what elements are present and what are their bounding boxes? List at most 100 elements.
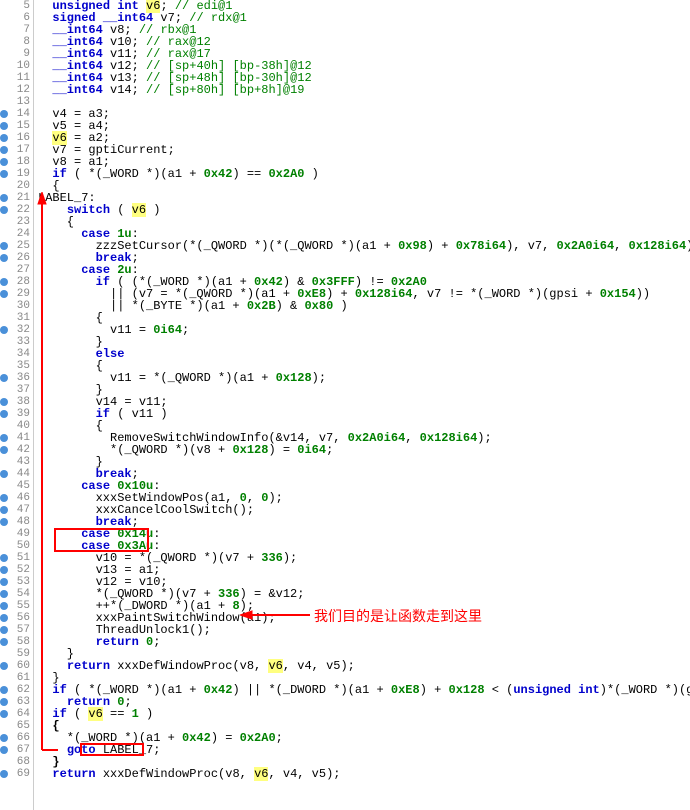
breakpoint-dot[interactable]: [0, 470, 8, 478]
breakpoint-dot[interactable]: [0, 278, 8, 286]
gutter-row[interactable]: 16: [0, 132, 33, 144]
breakpoint-dot[interactable]: [0, 746, 8, 754]
code-line[interactable]: if ( v11 ): [38, 408, 690, 420]
gutter-row[interactable]: 30: [0, 300, 33, 312]
code-line[interactable]: *(_QWORD *)(v8 + 0x128) = 0i64;: [38, 444, 690, 456]
code-line[interactable]: if ( v6 == 1 ): [38, 708, 690, 720]
gutter-row[interactable]: 44: [0, 468, 33, 480]
breakpoint-dot[interactable]: [0, 194, 8, 202]
gutter-row[interactable]: 33: [0, 336, 33, 348]
code-line[interactable]: v7 = gptiCurrent;: [38, 144, 690, 156]
breakpoint-dot[interactable]: [0, 626, 8, 634]
breakpoint-dot[interactable]: [0, 158, 8, 166]
gutter-row[interactable]: 13: [0, 96, 33, 108]
gutter-row[interactable]: 58: [0, 636, 33, 648]
breakpoint-dot[interactable]: [0, 374, 8, 382]
breakpoint-dot[interactable]: [0, 110, 8, 118]
gutter-row[interactable]: 63: [0, 696, 33, 708]
gutter-row[interactable]: 49: [0, 528, 33, 540]
breakpoint-dot[interactable]: [0, 290, 8, 298]
code-line[interactable]: return 0;: [38, 636, 690, 648]
breakpoint-dot[interactable]: [0, 698, 8, 706]
gutter-row[interactable]: 41: [0, 432, 33, 444]
gutter-row[interactable]: 38: [0, 396, 33, 408]
gutter-row[interactable]: 57: [0, 624, 33, 636]
breakpoint-dot[interactable]: [0, 614, 8, 622]
breakpoint-dot[interactable]: [0, 494, 8, 502]
breakpoint-dot[interactable]: [0, 326, 8, 334]
breakpoint-dot[interactable]: [0, 122, 8, 130]
gutter-row[interactable]: 6: [0, 12, 33, 24]
gutter-row[interactable]: 48: [0, 516, 33, 528]
gutter-row[interactable]: 43: [0, 456, 33, 468]
gutter-row[interactable]: 64: [0, 708, 33, 720]
gutter-row[interactable]: 51: [0, 552, 33, 564]
gutter-row[interactable]: 11: [0, 72, 33, 84]
gutter-row[interactable]: 31: [0, 312, 33, 324]
gutter-row[interactable]: 56: [0, 612, 33, 624]
breakpoint-dot[interactable]: [0, 434, 8, 442]
gutter-row[interactable]: 32: [0, 324, 33, 336]
breakpoint-dot[interactable]: [0, 146, 8, 154]
gutter-row[interactable]: 19: [0, 168, 33, 180]
code-line[interactable]: __int64 v14; // [sp+80h] [bp+8h]@19: [38, 84, 690, 96]
gutter-row[interactable]: 8: [0, 36, 33, 48]
gutter-row[interactable]: 69: [0, 768, 33, 780]
breakpoint-dot[interactable]: [0, 398, 8, 406]
breakpoint-dot[interactable]: [0, 134, 8, 142]
code-line[interactable]: || *(_BYTE *)(a1 + 0x2B) & 0x80 ): [38, 300, 690, 312]
code-line[interactable]: return xxxDefWindowProc(v8, v6, v4, v5);: [38, 768, 690, 780]
code-line[interactable]: {: [38, 180, 690, 192]
gutter-row[interactable]: 39: [0, 408, 33, 420]
gutter-row[interactable]: 62: [0, 684, 33, 696]
gutter-row[interactable]: 66: [0, 732, 33, 744]
gutter-row[interactable]: 15: [0, 120, 33, 132]
gutter-row[interactable]: 65: [0, 720, 33, 732]
gutter-row[interactable]: 68: [0, 756, 33, 768]
gutter-row[interactable]: 45: [0, 480, 33, 492]
code-line[interactable]: return xxxDefWindowProc(v8, v6, v4, v5);: [38, 660, 690, 672]
gutter-row[interactable]: 14: [0, 108, 33, 120]
gutter-row[interactable]: 29: [0, 288, 33, 300]
code-line[interactable]: if ( *(_WORD *)(a1 + 0x42) || *(_DWORD *…: [38, 684, 690, 696]
gutter-row[interactable]: 18: [0, 156, 33, 168]
breakpoint-dot[interactable]: [0, 206, 8, 214]
gutter-row[interactable]: 22: [0, 204, 33, 216]
code-line[interactable]: else: [38, 348, 690, 360]
gutter-row[interactable]: 20: [0, 180, 33, 192]
gutter-row[interactable]: 10: [0, 60, 33, 72]
breakpoint-dot[interactable]: [0, 566, 8, 574]
gutter-row[interactable]: 24: [0, 228, 33, 240]
breakpoint-dot[interactable]: [0, 254, 8, 262]
breakpoint-dot[interactable]: [0, 410, 8, 418]
gutter-row[interactable]: 67: [0, 744, 33, 756]
gutter-row[interactable]: 52: [0, 564, 33, 576]
code-line[interactable]: switch ( v6 ): [38, 204, 690, 216]
gutter-row[interactable]: 27: [0, 264, 33, 276]
breakpoint-dot[interactable]: [0, 710, 8, 718]
gutter-row[interactable]: 5: [0, 0, 33, 12]
breakpoint-dot[interactable]: [0, 242, 8, 250]
gutter-row[interactable]: 23: [0, 216, 33, 228]
gutter-row[interactable]: 53: [0, 576, 33, 588]
gutter-row[interactable]: 54: [0, 588, 33, 600]
gutter-row[interactable]: 46: [0, 492, 33, 504]
code-line[interactable]: }: [38, 336, 690, 348]
breakpoint-dot[interactable]: [0, 578, 8, 586]
gutter-row[interactable]: 26: [0, 252, 33, 264]
gutter-row[interactable]: 21: [0, 192, 33, 204]
gutter-row[interactable]: 12: [0, 84, 33, 96]
code-area[interactable]: unsigned int v6; // edi@1 signed __int64…: [34, 0, 690, 810]
breakpoint-dot[interactable]: [0, 446, 8, 454]
code-line[interactable]: v11 = *(_QWORD *)(a1 + 0x128);: [38, 372, 690, 384]
gutter-row[interactable]: 59: [0, 648, 33, 660]
code-line[interactable]: v5 = a4;: [38, 120, 690, 132]
gutter-row[interactable]: 42: [0, 444, 33, 456]
gutter-row[interactable]: 50: [0, 540, 33, 552]
gutter-row[interactable]: 28: [0, 276, 33, 288]
breakpoint-dot[interactable]: [0, 686, 8, 694]
gutter-row[interactable]: 40: [0, 420, 33, 432]
breakpoint-dot[interactable]: [0, 518, 8, 526]
breakpoint-dot[interactable]: [0, 506, 8, 514]
breakpoint-dot[interactable]: [0, 590, 8, 598]
